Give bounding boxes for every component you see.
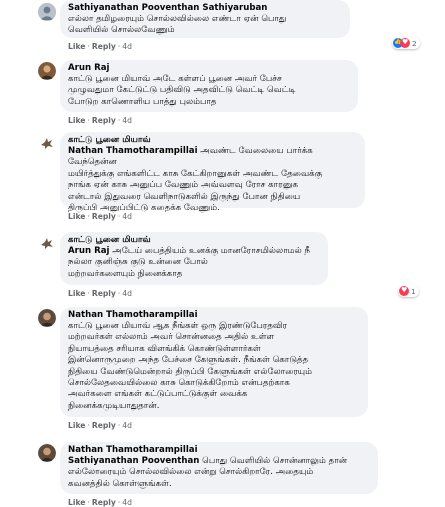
comment-actions: Like · Reply · 4d [68,421,132,430]
comment-line: காட்டு பூனை மியாவ் அடே கள்ளப் பூனை அவர் … [68,74,282,84]
comment-bubble: காட்டு பூனை மியாவ் Arun Raj அடேய் பைத்தி… [60,232,328,285]
comment-author[interactable]: Nathan Thamotharampillai [68,445,370,456]
comment-bubble: காட்டு பூனை மியாவ் Nathan Thamotharampil… [60,132,365,213]
comment-line: Nathan Thamotharampillai அவண்ட வேலையை பா… [68,146,313,168]
comment-timestamp[interactable]: 4d [122,289,132,298]
love-reaction-icon [399,286,409,296]
like-button[interactable]: Like [68,42,85,51]
reply-button[interactable]: Reply [92,289,116,298]
comment-author[interactable]: காட்டு பூனை மியாவ் [68,135,357,146]
reply-button[interactable]: Reply [92,421,116,430]
comment-line: முழுவதுமா கேட்டுட்டு பதிவிடு அதவிட்டு வெ… [68,85,296,96]
avatar[interactable] [38,309,56,327]
comment-line: நல்லா குனிஞ்சு குடு உன்னை போல் [68,257,208,268]
reaction-count: 1 [411,286,416,296]
comment-line: மற்றவர்கள் எல்லாம் அவர் சொன்னதை அதில் உள… [68,332,275,343]
comment-bubble: Nathan Thamotharampillai Sathiyanathan P… [60,442,378,494]
comment-line: நிதியை வேண்டுமென்றால் திருப்பி கேளுங்கள்… [68,366,313,377]
love-reaction-icon [400,38,410,48]
comment-text: எல்லா தமிழரையும் சொல்லவில்லை எண்டா ஏன் ப… [68,14,342,37]
comment-actions: Like · Reply · 4d [68,289,132,298]
comment-actions: Like · Reply · 4d [68,116,132,125]
mention-link[interactable]: Arun Raj [68,246,109,256]
mention-link[interactable]: Sathiyanathan Pooventhan [68,456,199,466]
comment-text: Arun Raj அடேய் பைத்தியம் உனக்கு மானரோசமி… [68,246,320,280]
reaction-summary[interactable]: 2 [392,37,420,49]
comment-actions: Like · Reply · 4d [68,498,132,507]
comment-line: காட்டு பூனை மியாவ் ஆக நீங்கள் ஒரு இரண்டு… [68,321,288,331]
comment-text: காட்டு பூனை மியாவ் அடே கள்ளப் பூனை அவர் … [68,74,350,108]
comment-timestamp[interactable]: 4d [122,116,132,125]
comment-line: Arun Raj அடேய் பைத்தியம் உனக்கு மானரோசமி… [68,246,310,256]
comment-line: நியாயத்தை சரியாக விளங்கிக் கொண்டுள்ளார்க… [68,343,261,354]
comment-line: எல்லா தமிழரையும் சொல்லவில்லை எண்டா ஏன் ப… [68,14,287,24]
comment-line: Sathiyanathan Pooventhan பொது வெளியில் ச… [68,456,348,466]
avatar[interactable] [38,444,56,462]
comment-text: Sathiyanathan Pooventhan பொது வெளியில் ச… [68,456,370,490]
avatar[interactable] [38,234,56,252]
comment-bubble: Arun Raj காட்டு பூனை மியாவ் அடே கள்ளப் ப… [60,60,358,112]
comment-line: மயிர்த்துக்கு எங்களிட்ட காசு கேட்கிறானுக… [68,168,323,179]
comment-line: இன்னொருமுறை அந்த பேச்சை கேளுங்கள். நீங்க… [68,355,309,366]
avatar[interactable] [38,62,56,80]
reaction-summary[interactable]: 1 [398,285,419,297]
avatar[interactable] [38,3,56,21]
comment-line: மற்றவர்களையும் நினைக்காத [68,268,183,279]
comment-line: நாங்க ஏன் காசு அனுப்ப வேணும் அவ்வளவு ரோச… [68,180,299,191]
comment-line: நினைக்கமுடியாதுதான். [68,400,160,411]
comment-timestamp[interactable]: 4d [122,498,132,507]
comment-line: எல்லோரையும் சொல்லவில்லை என்று சொல்கிறாரே… [68,467,314,478]
avatar[interactable] [38,134,56,152]
reply-button[interactable]: Reply [92,42,116,51]
like-button[interactable]: Like [68,498,85,507]
comment-bubble: Sathiyanathan Pooventhan Sathiyaruban எல… [60,0,350,38]
reply-button[interactable]: Reply [92,116,116,125]
comment-line: சொல்லேதவையில்லை காசு கொடுக்கிறோம் என்பதற… [68,378,290,389]
comment-text: காட்டு பூனை மியாவ் ஆக நீங்கள் ஒரு இரண்டு… [68,321,360,412]
comment-line: வெளியில் சொல்லவேணும் [68,25,175,36]
comment-timestamp[interactable]: 4d [122,421,132,430]
comment-text: Nathan Thamotharampillai அவண்ட வேலையை பா… [68,146,357,214]
reply-button[interactable]: Reply [92,498,116,507]
mention-link[interactable]: Nathan Thamotharampillai [68,146,198,156]
like-button[interactable]: Like [68,116,85,125]
comment-author[interactable]: Sathiyanathan Pooventhan Sathiyaruban [68,3,342,14]
reply-button[interactable]: Reply [92,212,116,221]
like-button[interactable]: Like [68,421,85,430]
comment-line: அவர்களை எங்கள் கட்டுப்பாட்டுக்குள் வைக்க [68,389,248,400]
comment-timestamp[interactable]: 4d [122,42,132,51]
like-button[interactable]: Like [68,212,85,221]
comment-author[interactable]: Arun Raj [68,63,350,74]
comment-actions: Like · Reply · 4d [68,212,132,221]
comment-line: கவனத்தில் கொள்ளுங்கள். [68,478,172,489]
comment-bubble: Nathan Thamotharampillai காட்டு பூனை மிய… [60,307,368,417]
like-button[interactable]: Like [68,289,85,298]
comment-line: என்டால் இதுவரை வெளிநாடுகளில் இருந்து போன… [68,191,301,202]
comment-timestamp[interactable]: 4d [122,212,132,221]
reaction-count: 2 [412,38,417,48]
comment-author[interactable]: காட்டு பூனை மியாவ் [68,235,320,246]
comment-author[interactable]: Nathan Thamotharampillai [68,310,360,321]
comment-actions: Like · Reply · 4d [68,42,132,51]
comment-line: போடுற காணொளிய பாத்து புலம்பாத [68,96,217,107]
